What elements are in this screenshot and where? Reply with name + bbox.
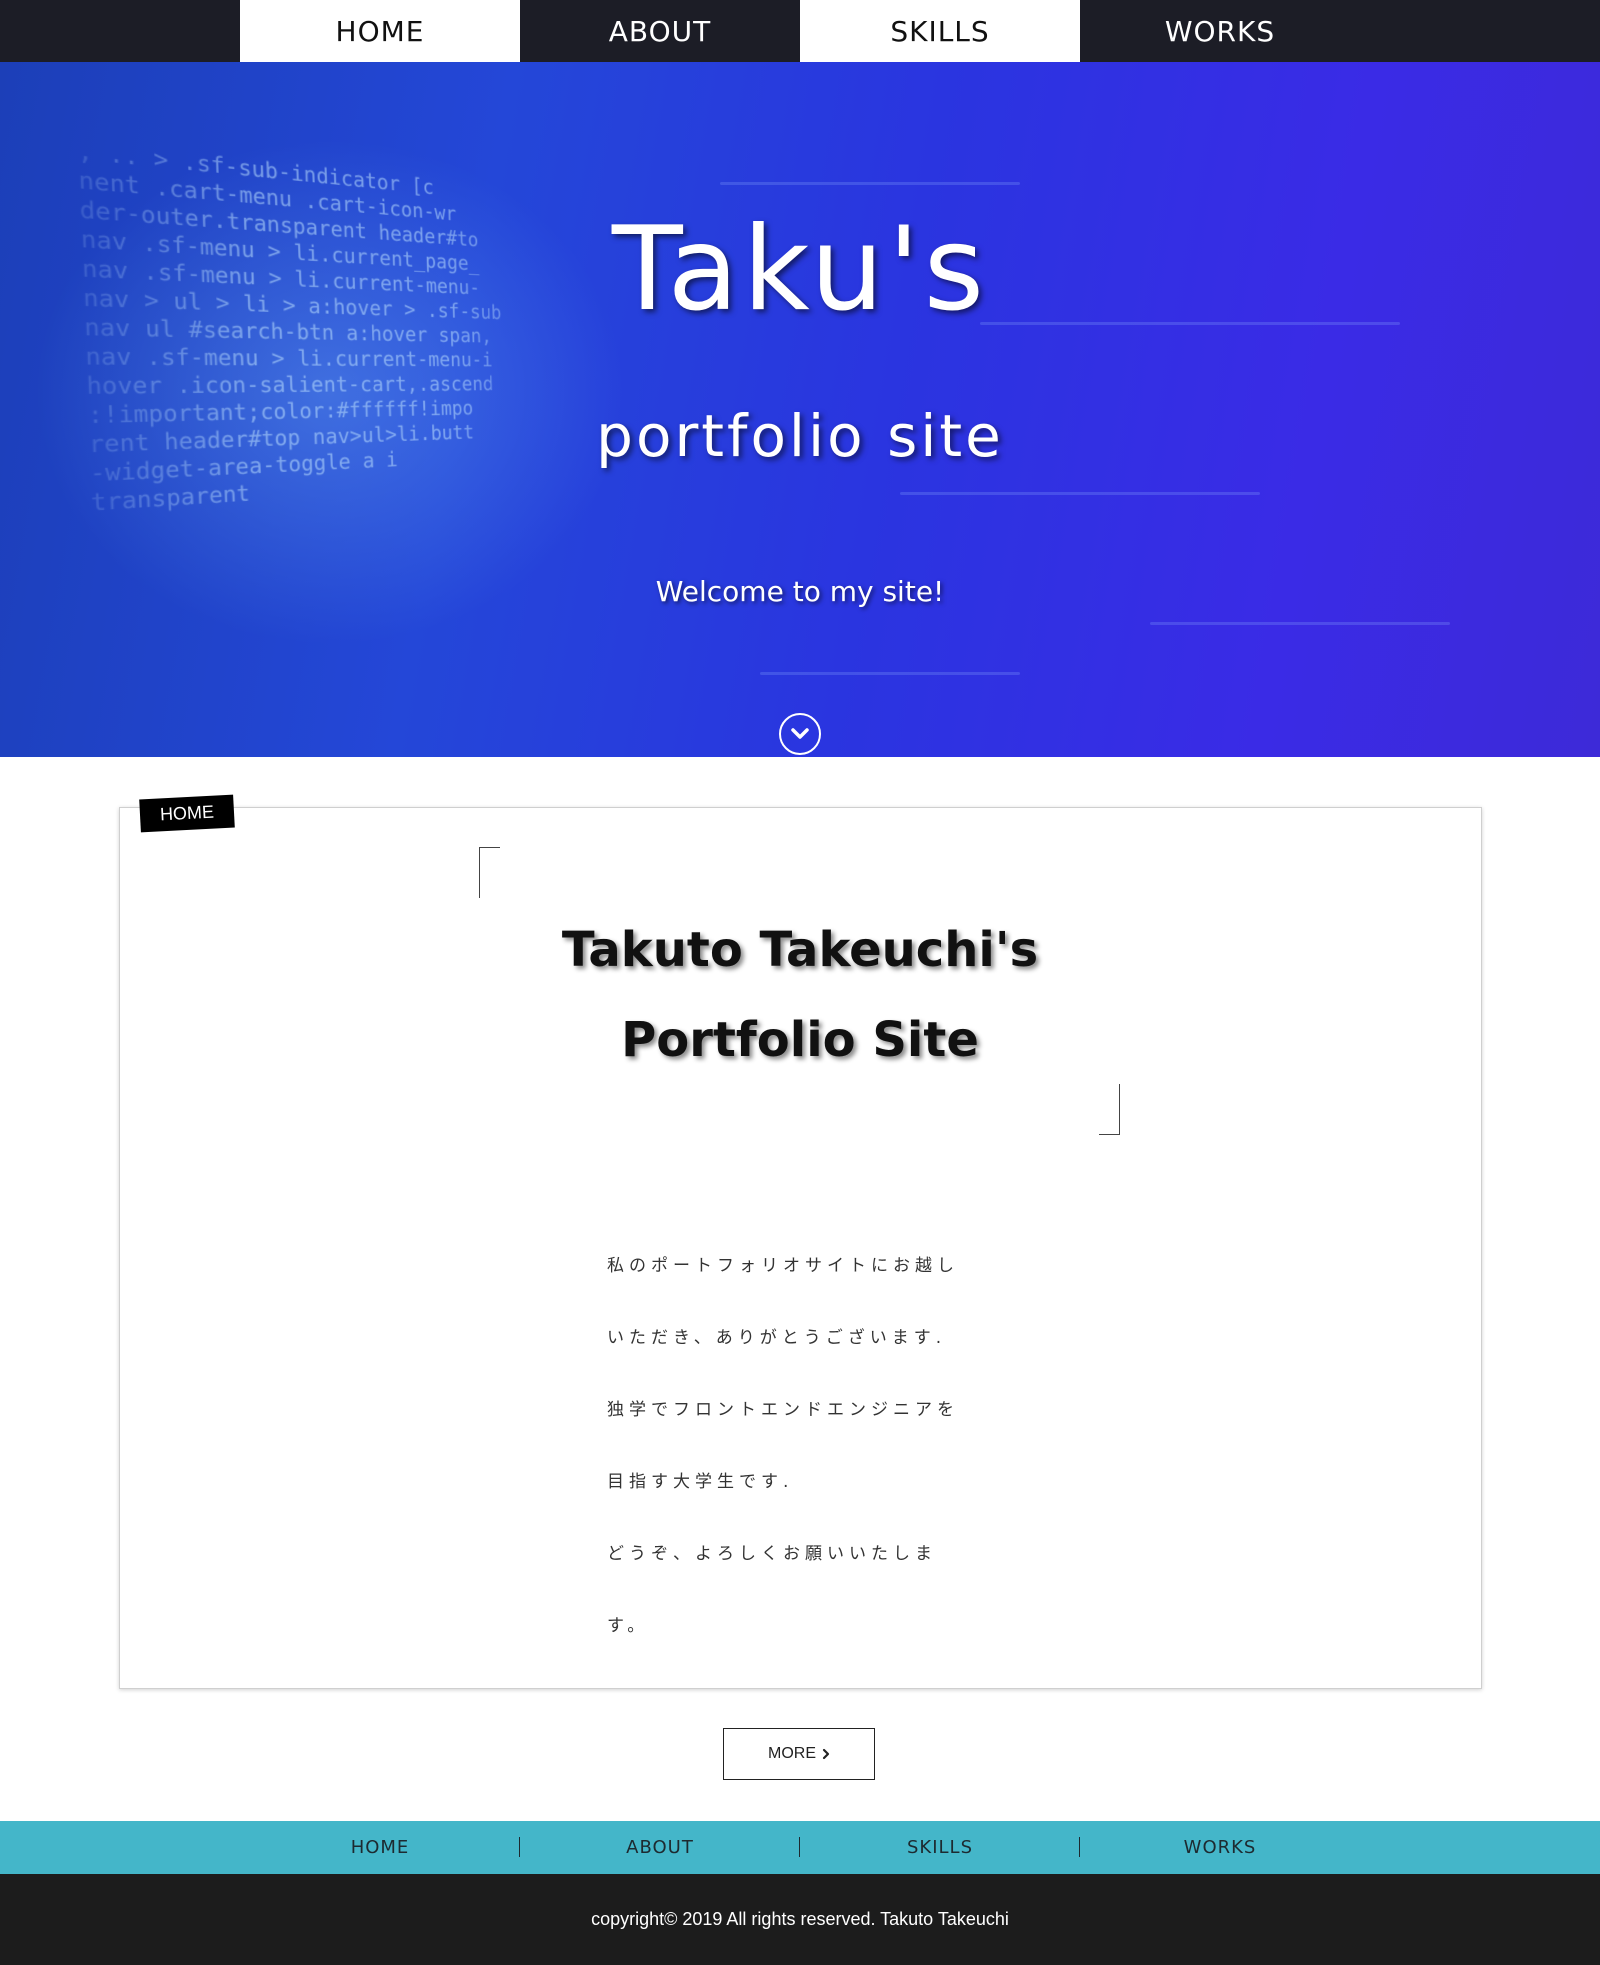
footer-nav-item-works[interactable]: WORKS: [1080, 1821, 1360, 1874]
footer-nav: HOME ABOUT SKILLS WORKS: [0, 1821, 1600, 1874]
top-nav-items: HOME ABOUT SKILLS WORKS: [240, 0, 1360, 62]
hero-subtitle: portfolio site: [596, 402, 1004, 470]
nav-item-home[interactable]: HOME: [240, 0, 520, 62]
chevron-right-icon: [822, 1748, 830, 1760]
card-heading: Takuto Takeuchi's Portfolio Site: [0, 905, 1600, 1085]
hero-light-streak: [900, 492, 1260, 495]
card-heading-line: Portfolio Site: [621, 1012, 979, 1068]
intro-line: す。: [607, 1616, 650, 1636]
footer-nav-items: HOME ABOUT SKILLS WORKS: [240, 1821, 1360, 1874]
intro-line: どうぞ、よろしくお願いいたしま: [607, 1544, 937, 1564]
card-intro-text: 私のポートフォリオサイトにお越し いただき、ありがとうございます. 独学でフロン…: [607, 1230, 1007, 1662]
intro-line: 目指す大学生です.: [607, 1472, 794, 1492]
nav-item-works[interactable]: WORKS: [1080, 0, 1360, 62]
footer-nav-divider: [1079, 1837, 1080, 1857]
intro-line: 独学でフロントエンドエンジニアを: [607, 1400, 959, 1420]
top-nav: HOME ABOUT SKILLS WORKS: [0, 0, 1600, 62]
corner-bracket-top-left: [479, 847, 500, 898]
card-heading-line: Takuto Takeuchi's: [561, 922, 1039, 978]
footer-nav-divider: [799, 1837, 800, 1857]
intro-line: 私のポートフォリオサイトにお越し: [607, 1256, 959, 1276]
copyright-text: copyright© 2019 All rights reserved. Tak…: [591, 1909, 1009, 1929]
card-tag: HOME: [139, 794, 235, 833]
footer-nav-item-home[interactable]: HOME: [240, 1821, 520, 1874]
hero-light-streak: [760, 672, 1020, 675]
chevron-down-icon: [791, 728, 809, 739]
hero-light-streak: [1150, 622, 1450, 625]
intro-line: いただき、ありがとうございます.: [607, 1328, 947, 1348]
nav-item-skills[interactable]: SKILLS: [800, 0, 1080, 62]
corner-bracket-bottom-right: [1099, 1084, 1120, 1135]
hero-welcome-text: Welcome to my site!: [655, 575, 945, 608]
hero-light-streak: [720, 182, 1020, 185]
nav-item-about[interactable]: ABOUT: [520, 0, 800, 62]
more-button-label: MORE: [768, 1745, 816, 1762]
scroll-down-button[interactable]: [779, 713, 821, 755]
more-button[interactable]: MORE: [723, 1728, 875, 1780]
footer-nav-item-skills[interactable]: SKILLS: [800, 1821, 1080, 1874]
site-footer: copyright© 2019 All rights reserved. Tak…: [0, 1874, 1600, 1965]
hero-title: Taku's: [611, 202, 989, 337]
hero-banner: , .. > .sf-sub-indicator [c nent .cart-m…: [0, 62, 1600, 757]
footer-nav-divider: [519, 1837, 520, 1857]
footer-nav-item-about[interactable]: ABOUT: [520, 1821, 800, 1874]
